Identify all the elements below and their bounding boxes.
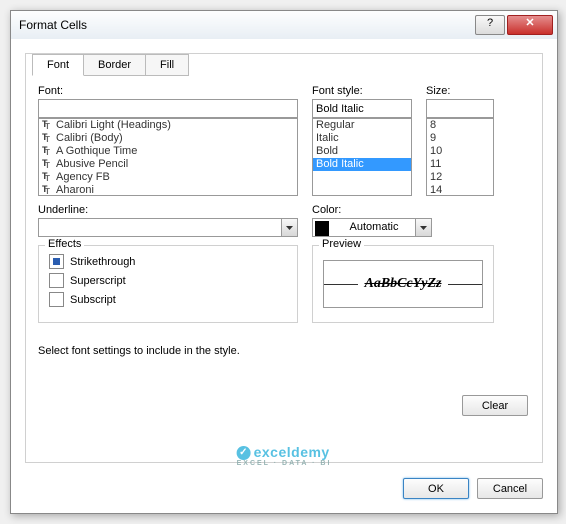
style-list-item[interactable]: Bold Italic — [313, 158, 411, 171]
style-list-item[interactable]: Regular — [313, 119, 411, 132]
dialog-title: Format Cells — [19, 18, 475, 32]
subscript-checkbox[interactable]: Subscript — [49, 292, 287, 307]
strikethrough-label: Strikethrough — [70, 256, 135, 268]
checkbox-icon — [49, 254, 64, 269]
size-list-item[interactable]: 14 — [427, 184, 493, 196]
font-list-item[interactable]: Agency FB — [39, 171, 297, 184]
checkbox-icon — [49, 292, 64, 307]
color-dropdown-button[interactable] — [415, 218, 432, 237]
size-list-item[interactable]: 11 — [427, 158, 493, 171]
close-button[interactable]: ✕ — [507, 15, 553, 35]
format-cells-dialog: Format Cells ? ✕ Font Border Fill Font: … — [10, 10, 558, 514]
font-style-listbox[interactable]: RegularItalicBoldBold Italic — [312, 118, 412, 196]
underline-value — [38, 218, 281, 237]
color-label: Color: — [312, 204, 494, 216]
style-list-item[interactable]: Bold — [313, 145, 411, 158]
clear-button[interactable]: Clear — [462, 395, 528, 416]
underline-label: Underline: — [38, 204, 298, 216]
truetype-icon — [42, 185, 53, 195]
subscript-label: Subscript — [70, 294, 116, 306]
tab-fill[interactable]: Fill — [145, 54, 189, 76]
tab-font[interactable]: Font — [32, 54, 84, 76]
size-list-item[interactable]: 9 — [427, 132, 493, 145]
cancel-button[interactable]: Cancel — [477, 478, 543, 499]
size-label: Size: — [426, 85, 494, 97]
checkbox-icon — [49, 273, 64, 288]
preview-group-title: Preview — [319, 238, 364, 250]
font-style-label: Font style: — [312, 85, 412, 97]
size-listbox[interactable]: 8910111214 — [426, 118, 494, 196]
tab-border[interactable]: Border — [83, 54, 146, 76]
font-list-item[interactable]: Abusive Pencil — [39, 158, 297, 171]
superscript-label: Superscript — [70, 275, 126, 287]
superscript-checkbox[interactable]: Superscript — [49, 273, 287, 288]
truetype-icon — [42, 133, 53, 143]
color-combo[interactable]: Automatic — [312, 218, 432, 237]
effects-group: Effects Strikethrough Superscript Subscr… — [38, 245, 298, 323]
font-input[interactable] — [38, 99, 298, 118]
color-value: Automatic — [333, 219, 415, 236]
size-list-item[interactable]: 12 — [427, 171, 493, 184]
size-list-item[interactable]: 8 — [427, 119, 493, 132]
tabstrip: Font Border Fill — [32, 53, 542, 75]
help-button[interactable]: ? — [475, 15, 505, 35]
font-list-item[interactable]: Aharoni — [39, 184, 297, 196]
font-listbox[interactable]: Calibri Light (Headings)Calibri (Body)A … — [38, 118, 298, 196]
font-list-item[interactable]: Calibri Light (Headings) — [39, 119, 297, 132]
size-input[interactable] — [426, 99, 494, 118]
preview-area: AaBbCcYyZz — [323, 260, 483, 308]
truetype-icon — [42, 120, 53, 130]
style-list-item[interactable]: Italic — [313, 132, 411, 145]
underline-combo[interactable] — [38, 218, 298, 237]
color-swatch — [315, 221, 329, 236]
truetype-icon — [42, 159, 53, 169]
font-label: Font: — [38, 85, 298, 97]
underline-dropdown-button[interactable] — [281, 218, 298, 237]
ok-button[interactable]: OK — [403, 478, 469, 499]
preview-text: AaBbCcYyZz — [365, 276, 442, 292]
effects-group-title: Effects — [45, 238, 84, 250]
strikethrough-checkbox[interactable]: Strikethrough — [49, 254, 287, 269]
font-list-item[interactable]: A Gothique Time — [39, 145, 297, 158]
truetype-icon — [42, 172, 53, 182]
help-text: Select font settings to include in the s… — [38, 345, 530, 357]
size-list-item[interactable]: 10 — [427, 145, 493, 158]
font-style-input[interactable] — [312, 99, 412, 118]
font-list-item[interactable]: Calibri (Body) — [39, 132, 297, 145]
titlebar: Format Cells ? ✕ — [11, 11, 557, 40]
truetype-icon — [42, 146, 53, 156]
preview-group: Preview AaBbCcYyZz — [312, 245, 494, 323]
